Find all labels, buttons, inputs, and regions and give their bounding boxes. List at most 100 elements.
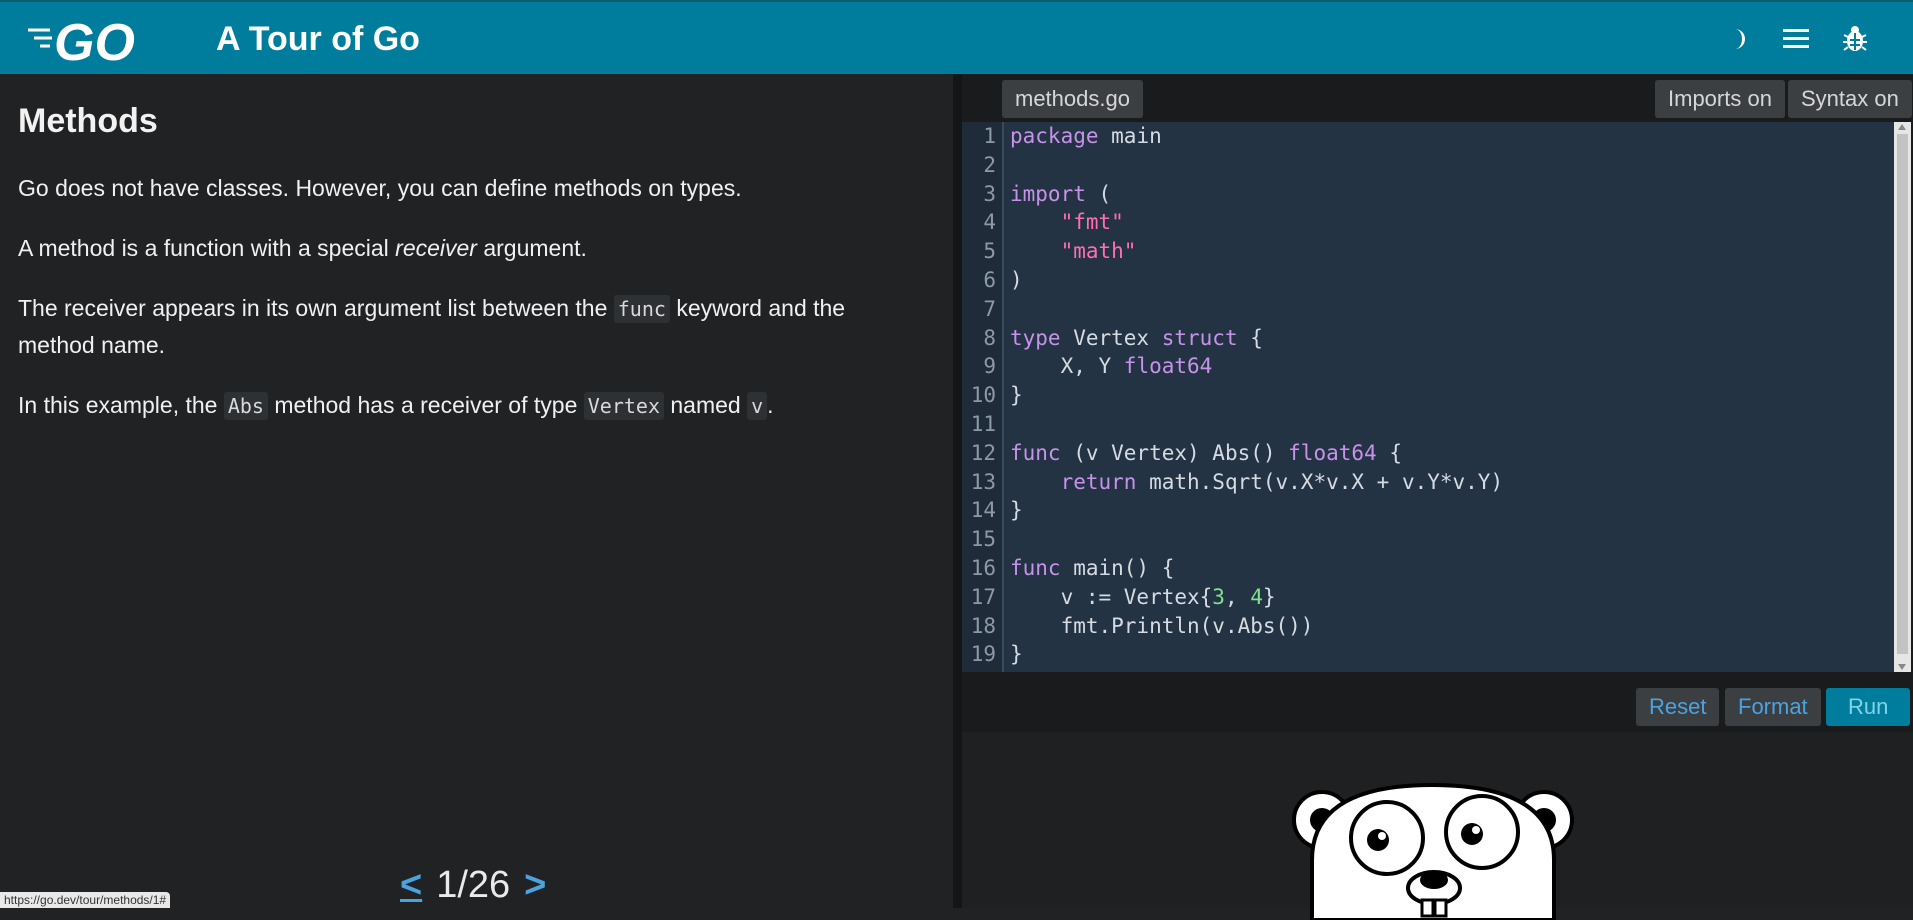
file-tab[interactable]: methods.go [1002,80,1143,118]
code-text: ) [1010,267,1023,292]
pagination: <1/26 > [400,864,546,907]
code-text: } [1010,498,1023,523]
line-number: 6 [983,267,996,292]
run-button[interactable]: Run [1826,688,1911,726]
lesson-pane: Methods Go does not have classes. Howeve… [0,74,953,908]
code-editor[interactable]: 1 2 3 4 5 6 7 8 9 10 11 12 13 14 15 16 1… [962,122,1894,672]
scroll-up-arrow-icon[interactable] [1898,124,1906,130]
code-text: X, Y [1060,354,1124,379]
lesson-paragraph-2: A method is a function with a special re… [18,230,918,266]
number-literal: 3 [1212,584,1225,609]
go-logo[interactable]: GO [28,16,156,64]
line-number: 14 [970,498,996,523]
inline-code-func: func [613,295,670,323]
string-literal: "math" [1060,239,1137,264]
prev-page-link[interactable]: < [400,864,422,906]
line-number: 11 [970,411,996,436]
inline-code-v: v [747,392,768,420]
inline-code-vertex: Vertex [583,392,664,420]
inline-code-abs: Abs [223,392,268,420]
text-span: In this example, the [18,392,224,418]
code-text: (v Vertex) Abs() [1060,440,1289,465]
keyword: return [1060,469,1137,494]
format-button[interactable]: Format [1725,688,1821,726]
code-text: } [1010,383,1023,408]
keyword: import [1010,181,1086,206]
code-text: fmt.Println(v.Abs()) [1060,613,1314,638]
page-counter: 1/26 [436,864,511,906]
line-number: 17 [970,584,996,609]
line-number: 2 [983,152,996,177]
syntax-toggle-button[interactable]: Syntax on [1788,80,1912,118]
gopher-mascot-icon [1292,782,1574,920]
scroll-down-arrow-icon[interactable] [1898,664,1906,670]
code-text: main() { [1060,555,1175,580]
receiver-emphasis: receiver [395,235,477,261]
line-number: 15 [970,527,996,552]
code-text: math.Sqrt(v.X*v.X + v.Y*v.Y) [1136,469,1504,494]
line-number: 1 [983,124,996,148]
pane-divider[interactable] [953,74,962,908]
next-page-link[interactable]: > [524,864,546,906]
moon-icon[interactable] [1720,22,1754,56]
code-text: , [1224,584,1251,609]
text-span: method has a receiver of type [267,392,584,418]
code-line-17: v := Vertex{3, 4} [1010,583,1503,612]
code-text: main [1098,124,1162,148]
code-line-8: type Vertex struct { [1010,324,1503,353]
line-number: 4 [983,210,996,235]
code-line-16: func main() { [1010,554,1503,583]
menu-icon[interactable] [1779,22,1813,56]
line-number: 7 [983,296,996,321]
reset-button[interactable]: Reset [1636,688,1720,726]
line-number: 5 [983,239,996,264]
bug-icon[interactable] [1838,22,1872,56]
code-text: Vertex [1060,325,1162,350]
text-span: argument. [476,235,587,261]
code-text: } [1262,584,1276,609]
code-line-14: } [1010,496,1503,525]
status-bar-url: https://go.dev/tour/methods/1# [0,892,171,908]
code-line-6: ) [1010,266,1503,295]
code-line-10: } [1010,381,1503,410]
output-panel [962,732,1913,920]
line-number: 10 [970,383,996,408]
lesson-paragraph-3: The receiver appears in its own argument… [18,290,918,363]
line-number: 19 [970,642,996,667]
code-line-3: import ( [1010,180,1503,209]
keyword: type [1010,325,1061,350]
line-number: 12 [970,440,996,465]
number-literal: 4 [1250,584,1263,609]
text-span: named [664,392,748,418]
text-span: . [767,392,774,418]
imports-toggle-button[interactable]: Imports on [1655,80,1785,118]
code-text: } [1010,642,1023,667]
line-number: 9 [983,354,996,379]
code-text: ( [1085,181,1112,206]
line-number: 16 [970,555,996,580]
code-line-4: "fmt" [1010,208,1503,237]
line-number: 3 [983,181,996,206]
lesson-body: Go does not have classes. However, you c… [18,170,918,448]
keyword: package [1010,124,1099,148]
code-line-13: return math.Sqrt(v.X*v.X + v.Y*v.Y) [1010,468,1504,497]
keyword: float64 [1288,440,1377,465]
editor-scrollbar[interactable] [1894,122,1911,672]
code-line-9: X, Y float64 [1010,352,1503,381]
scrollbar-thumb[interactable] [1897,134,1908,654]
code-text: { [1237,325,1263,350]
text-span: The receiver appears in its own argument… [18,295,614,321]
code-text: v := Vertex{ [1060,584,1213,609]
lesson-title: Methods [18,102,158,140]
code-lines[interactable]: package main import ( "fmt" "math" ) typ… [1010,122,1503,669]
code-line-1: package main [1010,122,1503,151]
code-line-5: "math" [1010,237,1503,266]
code-line-19: } [1010,640,1503,669]
keyword: float64 [1123,354,1213,379]
keyword: struct [1161,325,1238,350]
logo-text: GO [54,16,135,64]
editor-pane: methods.go Imports on Syntax on 1 2 3 4 … [962,74,1913,920]
